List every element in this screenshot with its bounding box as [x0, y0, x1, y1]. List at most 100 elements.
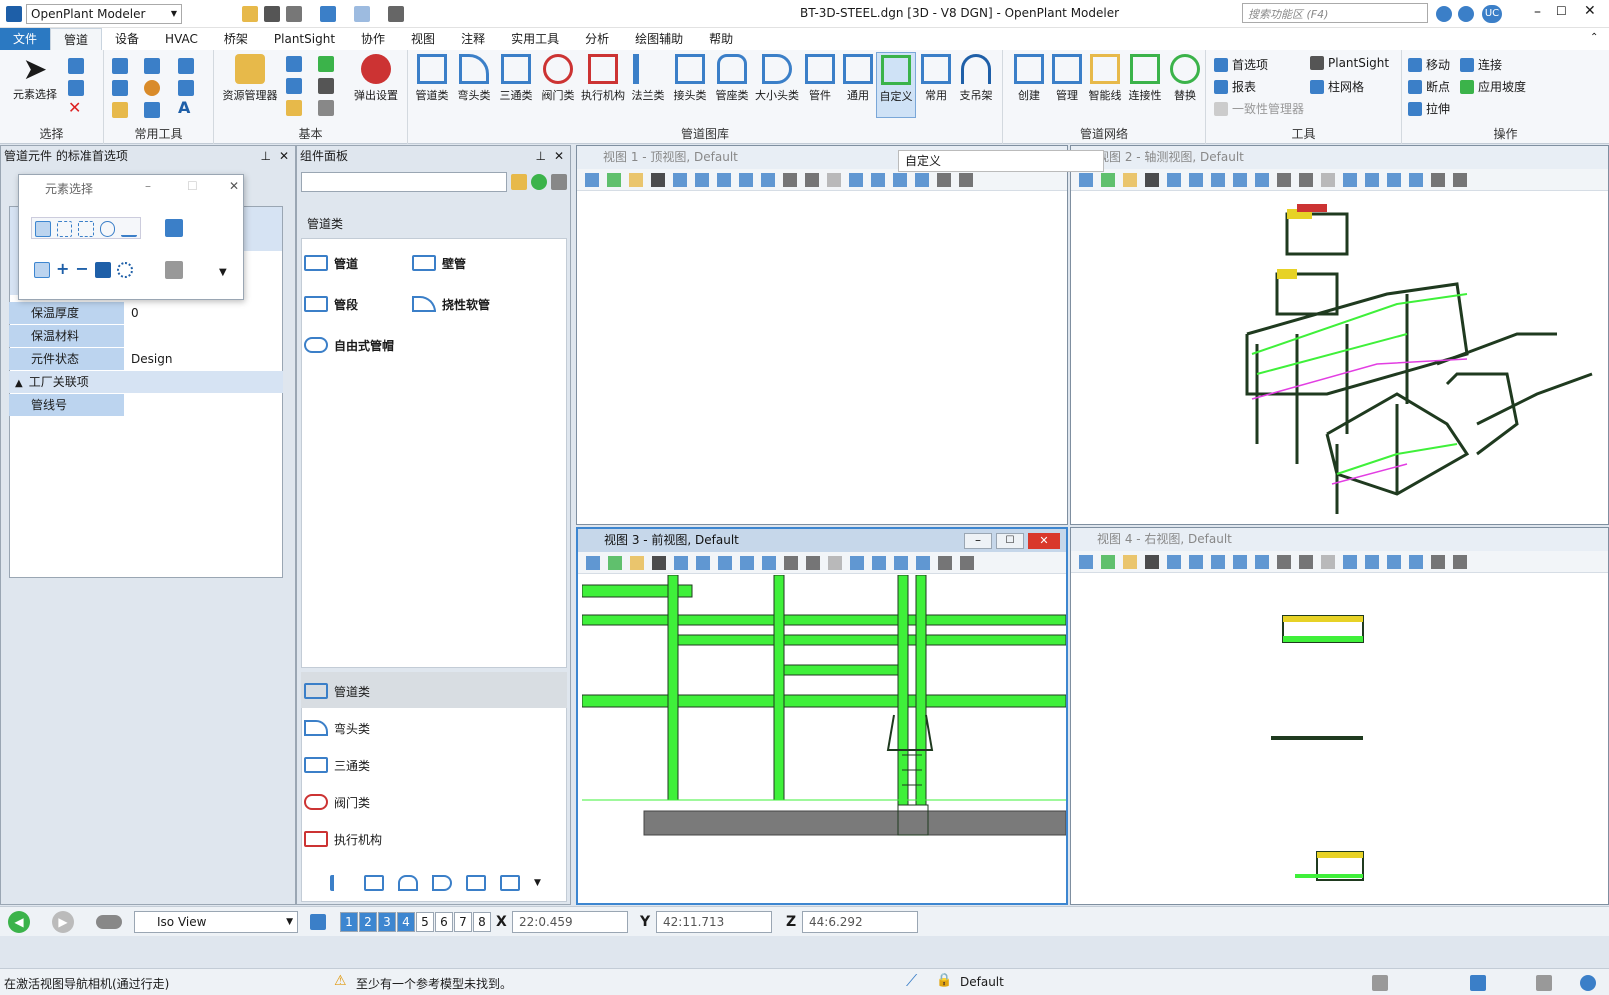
- view-tool-icon[interactable]: [959, 173, 973, 187]
- lib-valve-button[interactable]: 阀门类: [538, 54, 578, 103]
- view-toggle-6[interactable]: 6: [435, 912, 453, 932]
- view-3[interactable]: 视图 3 - 前视图, Default – ☐ ✕: [576, 527, 1068, 905]
- net-manage-button[interactable]: 管理: [1047, 54, 1087, 103]
- lib-hanger-button[interactable]: 支吊架: [956, 54, 996, 103]
- view-tool-icon[interactable]: [1321, 555, 1335, 569]
- menu-analysis[interactable]: 分析: [572, 28, 622, 50]
- menu-collaborate[interactable]: 协作: [348, 28, 398, 50]
- tool-icon-8[interactable]: [144, 102, 160, 118]
- view-tool-icon[interactable]: [960, 556, 974, 570]
- view-tool-icon[interactable]: [718, 556, 732, 570]
- component-item-spool[interactable]: 管段: [304, 287, 404, 321]
- lib-common-button[interactable]: 常用: [916, 54, 956, 103]
- view-tool-icon[interactable]: [695, 173, 709, 187]
- view-tool-icon[interactable]: [1299, 555, 1313, 569]
- view-tool-icon[interactable]: [740, 556, 754, 570]
- back-button[interactable]: ◀: [8, 911, 30, 933]
- component-item-wall-pipe[interactable]: 壁管: [412, 246, 512, 280]
- undo-icon[interactable]: [320, 5, 336, 22]
- view-toggle-5[interactable]: 5: [416, 912, 434, 932]
- maximize-button[interactable]: ☐: [1556, 4, 1567, 18]
- user-avatar[interactable]: UC: [1482, 5, 1502, 23]
- redo-icon[interactable]: [354, 5, 370, 22]
- invert-icon[interactable]: [94, 262, 111, 278]
- prop-row[interactable]: 管线号: [9, 394, 283, 416]
- lib-actuator-button[interactable]: 执行机构: [580, 54, 626, 103]
- add-icon[interactable]: +: [56, 261, 69, 278]
- resource-manager-button[interactable]: 资源管理器: [218, 54, 282, 103]
- view-tool-icon[interactable]: [1299, 173, 1313, 187]
- view-2-canvas[interactable]: [1077, 194, 1604, 520]
- view-tool-icon[interactable]: [1365, 555, 1379, 569]
- status-tool-icon[interactable]: [1372, 975, 1388, 991]
- basic-tool-6[interactable]: [318, 100, 334, 116]
- select-all-icon[interactable]: [116, 262, 133, 278]
- select-shape-icon[interactable]: [78, 221, 94, 237]
- list-item-elbow[interactable]: 弯头类: [304, 711, 574, 745]
- z-coordinate-field[interactable]: 44:6.292: [802, 911, 918, 933]
- lock-icon[interactable]: 🔒: [936, 973, 952, 988]
- break-button[interactable]: 断点: [1408, 78, 1450, 95]
- refresh-icon[interactable]: [531, 174, 547, 190]
- select-circle-icon[interactable]: [99, 221, 116, 237]
- view-tool-icon[interactable]: [1321, 173, 1335, 187]
- close-button[interactable]: ✕: [1584, 3, 1596, 19]
- view-tool-icon[interactable]: [1211, 555, 1225, 569]
- view-tool-icon[interactable]: [1101, 555, 1115, 569]
- view-tool-icon[interactable]: [893, 173, 907, 187]
- open-file-icon[interactable]: [242, 5, 258, 22]
- view-tool-icon[interactable]: [827, 173, 841, 187]
- view-tool-icon[interactable]: [806, 556, 820, 570]
- view-tool-icon[interactable]: [739, 173, 753, 187]
- save-all-icon[interactable]: [286, 5, 302, 22]
- lib-support-base-button[interactable]: 管座类: [712, 54, 752, 103]
- view-tool-icon[interactable]: [1167, 173, 1181, 187]
- lib-custom-button[interactable]: 自定义: [876, 52, 916, 118]
- lib-flange-button[interactable]: 法兰类: [628, 54, 668, 103]
- view-tool-icon[interactable]: [608, 556, 622, 570]
- view-tool-icon[interactable]: [1387, 555, 1401, 569]
- prop-section[interactable]: ▲ 工厂关联项: [9, 371, 283, 393]
- basic-tool-5[interactable]: [286, 100, 302, 116]
- notification-icon[interactable]: [1436, 6, 1452, 22]
- menu-annotate[interactable]: 注释: [448, 28, 498, 50]
- reducer-icon[interactable]: [432, 875, 452, 891]
- view-tool-icon[interactable]: [762, 556, 776, 570]
- basic-tool-3[interactable]: [286, 78, 302, 94]
- ribbon-search-input[interactable]: 搜索功能区 (F4): [1242, 3, 1428, 23]
- dialog-expand-icon[interactable]: ▼: [219, 267, 227, 278]
- component-search-input[interactable]: [301, 172, 507, 192]
- view-toggle-7[interactable]: 7: [454, 912, 472, 932]
- y-coordinate-field[interactable]: 42:11.713: [656, 911, 772, 933]
- view-tool-icon[interactable]: [1255, 173, 1269, 187]
- view-tool-icon[interactable]: [585, 173, 599, 187]
- panel-close-icon[interactable]: ✕: [554, 146, 564, 166]
- dialog-minimize-button[interactable]: –: [145, 179, 151, 193]
- lib-pipe-button[interactable]: 管道类: [412, 54, 452, 103]
- view-1-canvas[interactable]: [583, 194, 1061, 520]
- coupling-icon[interactable]: [364, 875, 384, 891]
- view-tool-icon[interactable]: [1145, 555, 1159, 569]
- print-icon[interactable]: [388, 5, 404, 22]
- basic-tool-4[interactable]: [318, 78, 334, 94]
- view-tool-icon[interactable]: [761, 173, 775, 187]
- view-tool-icon[interactable]: [1387, 173, 1401, 187]
- view-2[interactable]: 视图 2 - 轴测视图, Default: [1070, 145, 1609, 525]
- view-tool-icon[interactable]: [805, 173, 819, 187]
- view-tool-icon[interactable]: [938, 556, 952, 570]
- component-item-flex-hose[interactable]: 挠性软管: [412, 287, 522, 321]
- select-line-icon[interactable]: [121, 221, 137, 237]
- move-button[interactable]: 移动: [1408, 56, 1450, 73]
- tool-icon-7[interactable]: [112, 102, 128, 118]
- net-replace-button[interactable]: 替换: [1165, 54, 1205, 103]
- more-icon[interactable]: ▼: [534, 878, 541, 888]
- view-tool-icon[interactable]: [1255, 555, 1269, 569]
- ribbon-collapse-icon[interactable]: ⌃: [1590, 32, 1598, 43]
- menu-equipment[interactable]: 设备: [102, 28, 152, 50]
- panel-pin-icon[interactable]: ⊥: [536, 146, 546, 166]
- menu-plantsight[interactable]: PlantSight: [261, 28, 348, 50]
- x-coordinate-field[interactable]: 22:0.459: [512, 911, 628, 933]
- reports-button[interactable]: 报表: [1214, 78, 1256, 95]
- view-tool-icon[interactable]: [696, 556, 710, 570]
- component-item-pipe[interactable]: 管道: [304, 246, 404, 280]
